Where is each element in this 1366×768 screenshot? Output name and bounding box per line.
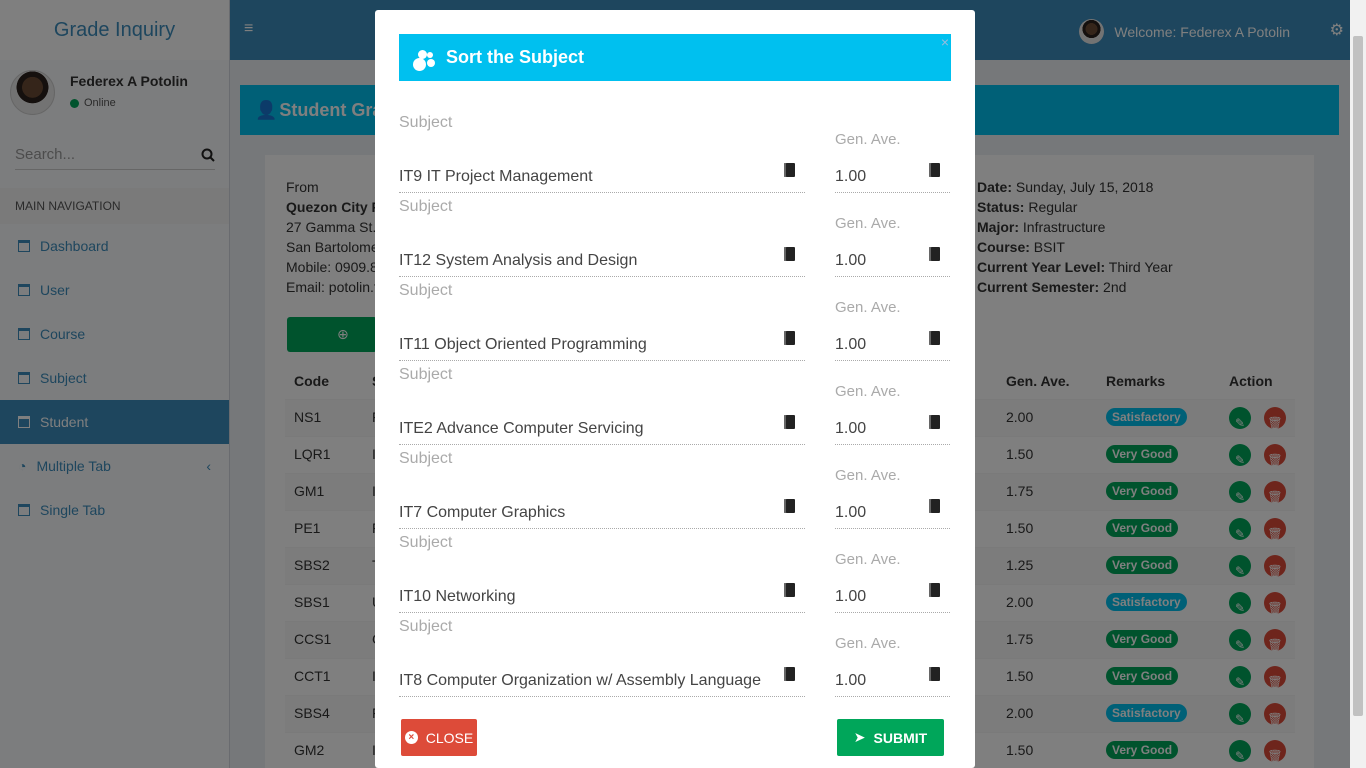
gen-ave-value: 1.00 [835,336,867,353]
gen-ave-value: 1.00 [835,672,867,689]
send-icon: ➤ [853,729,866,745]
close-button-label: CLOSE [425,729,474,746]
gen-ave-label: Gen. Ave. [835,551,901,568]
gen-ave-value: 1.00 [835,420,867,437]
scrollbar-thumb[interactable] [1353,36,1363,716]
subject-label: Subject [399,282,453,299]
subject-field[interactable]: IT12 System Analysis and Design [399,237,805,277]
subject-field[interactable]: IT9 IT Project Management [399,153,805,193]
gen-ave-label: Gen. Ave. [835,635,901,652]
subject-value: ITE2 Advance Computer Servicing [399,420,644,437]
book-icon [929,247,940,261]
subject-label: Subject [399,450,453,467]
gen-ave-label: Gen. Ave. [835,299,901,316]
book-icon [784,247,795,261]
book-icon [784,667,795,681]
gen-ave-label: Gen. Ave. [835,131,901,148]
gen-ave-label: Gen. Ave. [835,215,901,232]
book-icon [929,331,940,345]
subject-value: IT8 Computer Organization w/ Assembly La… [399,672,761,689]
gen-ave-field[interactable]: 1.00 [835,573,950,613]
subject-label: Subject [399,366,453,383]
gen-ave-label: Gen. Ave. [835,383,901,400]
book-icon [784,163,795,177]
book-icon [929,163,940,177]
gen-ave-value: 1.00 [835,588,867,605]
gen-ave-value: 1.00 [835,252,867,269]
subject-value: IT9 IT Project Management [399,168,593,185]
modal-title: Sort the Subject [446,47,585,67]
modal-header: Sort the Subject [399,34,951,81]
gen-ave-field[interactable]: 1.00 [835,405,950,445]
submit-button-label: SUBMIT [873,729,928,746]
subject-field[interactable]: IT11 Object Oriented Programming [399,321,805,361]
subject-label: Subject [399,198,453,215]
book-icon [929,499,940,513]
close-button[interactable]: × CLOSE [401,719,477,756]
book-icon [784,583,795,597]
subject-label: Subject [399,114,453,131]
book-icon [929,583,940,597]
submit-button[interactable]: ➤ SUBMIT [837,719,944,756]
subject-value: IT10 Networking [399,588,516,605]
book-icon [929,667,940,681]
gen-ave-value: 1.00 [835,168,867,185]
subject-value: IT11 Object Oriented Programming [399,336,647,353]
modal-close-icon[interactable]: × [941,34,949,50]
gen-ave-value: 1.00 [835,504,867,521]
gen-ave-field[interactable]: 1.00 [835,657,950,697]
subject-field[interactable]: ITE2 Advance Computer Servicing [399,405,805,445]
subject-value: IT12 System Analysis and Design [399,252,638,269]
close-circle-icon: × [404,731,418,744]
gen-ave-field[interactable]: 1.00 [835,489,950,529]
subject-field[interactable]: IT7 Computer Graphics [399,489,805,529]
scrollbar[interactable] [1350,0,1366,768]
book-icon [784,415,795,429]
gen-ave-field[interactable]: 1.00 [835,321,950,361]
subject-label: Subject [399,534,453,551]
subject-field[interactable]: IT8 Computer Organization w/ Assembly La… [399,657,805,697]
subject-field[interactable]: IT10 Networking [399,573,805,613]
book-icon [784,499,795,513]
book-icon [929,415,940,429]
book-icon [784,331,795,345]
subject-label: Subject [399,618,453,635]
gen-ave-field[interactable]: 1.00 [835,153,950,193]
subject-value: IT7 Computer Graphics [399,504,566,521]
gen-ave-field[interactable]: 1.00 [835,237,950,277]
sort-subject-modal: Sort the Subject × Subject Gen. Ave. IT9 I… [375,10,975,768]
users-icon [414,49,434,66]
gen-ave-label: Gen. Ave. [835,467,901,484]
